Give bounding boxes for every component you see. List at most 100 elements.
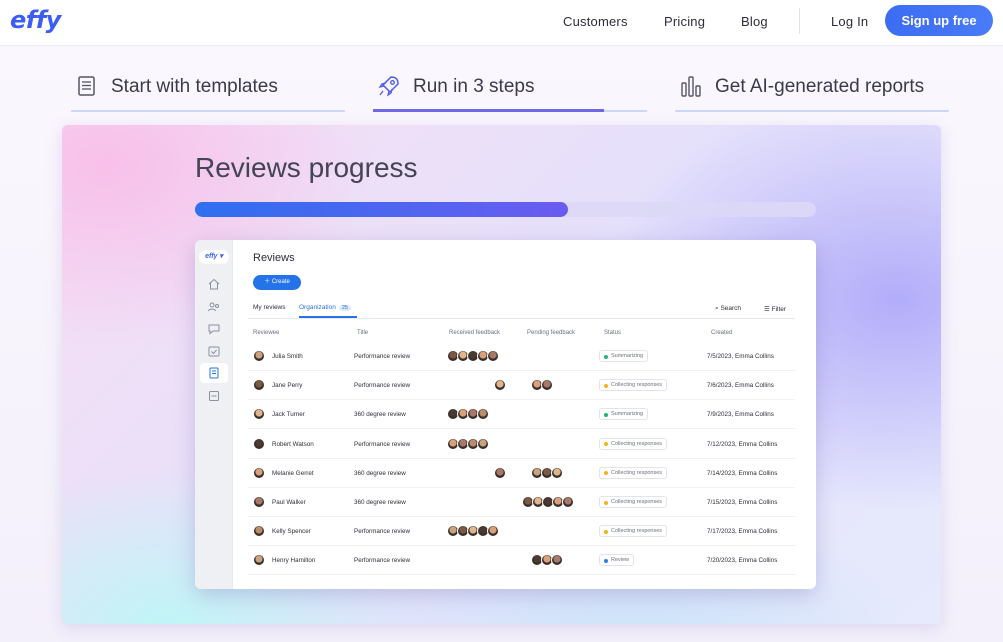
reviews-icon[interactable] (207, 366, 221, 380)
column-header-created[interactable]: Created (711, 330, 732, 336)
reviewee-name: Jack Turner (272, 411, 305, 419)
document-icon (78, 76, 95, 96)
created-info: 7/15/2023, Emma Collins (707, 499, 778, 506)
app-window: effy ▾ Reviews ＋ Create My reviews Organ… (195, 240, 816, 589)
effy-logo[interactable]: effy (10, 6, 61, 34)
column-header-pending[interactable]: Pending feedback (527, 330, 575, 336)
status-label: Collecting responses (611, 499, 663, 505)
app-page-title: Reviews (253, 252, 295, 264)
status-label: Summarizing (611, 411, 644, 418)
tab-ai-reports[interactable]: Get AI-generated reports (675, 70, 949, 112)
avatar (253, 554, 265, 567)
filter-button[interactable]: ☰ Filter (764, 305, 786, 313)
reviewee-name: Melanie Gerret (272, 469, 314, 477)
created-info: 7/9/2023, Emma Collins (707, 411, 774, 419)
app-logo-text: effy (205, 253, 218, 260)
created-info: 7/6/2023, Emma Collins (707, 382, 774, 390)
people-icon[interactable] (207, 300, 221, 314)
avatar (477, 408, 489, 421)
tab-underline (675, 110, 949, 112)
avatar (562, 496, 574, 508)
table-row[interactable]: Henry Hamilton Performance review 7/20/202… (248, 546, 795, 576)
status-badge: Collecting responses (599, 437, 668, 450)
status-label: Summarizing (611, 353, 644, 359)
app-logo[interactable]: effy ▾ (199, 250, 229, 264)
status-dot (604, 529, 608, 534)
status-dot (604, 500, 608, 505)
reviewee-name: Henry Hamilton (272, 557, 316, 565)
tab-my-reviews[interactable]: My reviews (253, 304, 286, 311)
filter-label: Filter (771, 306, 787, 313)
tab-underline (71, 110, 345, 112)
status-label: Collecting responses (611, 528, 663, 535)
review-title: Performance review (354, 353, 410, 360)
avatar (487, 525, 499, 538)
avatar (551, 554, 563, 567)
column-header-received[interactable]: Received feedback (449, 330, 500, 336)
search-label: Search (720, 305, 742, 312)
tab-label: Run in 3 steps (413, 76, 535, 97)
avatar (253, 350, 265, 362)
tabs-divider (248, 318, 795, 319)
table-row[interactable]: Kelly Spencer Performance review 7/17/2023… (248, 517, 795, 547)
app-sidebar: effy ▾ (195, 240, 233, 589)
status-dot (604, 558, 608, 563)
avatar (253, 437, 265, 450)
created-info: 7/5/2023, Emma Collins (707, 353, 774, 360)
hero-title: Reviews progress (195, 152, 418, 183)
report-icon[interactable] (207, 389, 221, 403)
status-badge: Summarizing (599, 350, 649, 362)
login-link[interactable]: Log In (831, 14, 868, 29)
avatar (541, 379, 553, 392)
review-title: Performance review (354, 557, 410, 565)
created-info: 7/14/2023, Emma Collins (707, 469, 778, 477)
table-row[interactable]: Jack Turner 360 degree review 7/9/2023, Em… (248, 400, 795, 430)
column-header-title[interactable]: Title (357, 330, 368, 336)
tab-start-with-templates[interactable]: Start with templates (71, 70, 345, 112)
reviewee-name: Jane Perry (272, 382, 303, 390)
status-dot (604, 471, 608, 476)
nav-link-pricing[interactable]: Pricing (664, 14, 705, 29)
created-info: 7/20/2023, Emma Collins (707, 557, 778, 565)
avatar (551, 466, 563, 479)
reviewee-name: Kelly Spencer (272, 528, 311, 536)
calendar-check-icon[interactable] (207, 344, 221, 358)
avatar (253, 379, 265, 392)
status-badge: Collecting responses (599, 466, 668, 479)
create-button[interactable]: ＋ Create (253, 275, 301, 290)
column-header-status[interactable]: Status (604, 330, 621, 336)
tab-organization-label: Organization (299, 304, 336, 311)
created-info: 7/12/2023, Emma Collins (707, 440, 778, 448)
review-title: 360 degree review (354, 499, 406, 506)
search-button[interactable]: ⌕ Search (715, 305, 741, 313)
reviewee-name: Paul Walker (272, 499, 306, 506)
nav-link-blog[interactable]: Blog (741, 14, 768, 29)
status-label: Collecting responses (611, 382, 663, 389)
status-dot (604, 442, 608, 447)
table-row[interactable]: Melanie Gerret 360 degree review 7/14/2023… (248, 459, 795, 488)
tab-label: Start with templates (111, 76, 278, 97)
bar-chart-icon (681, 76, 701, 97)
top-navigation: effy Customers Pricing Blog Log In Sign … (0, 0, 1003, 46)
table-row[interactable]: Jane Perry Performance review 7/6/2023, Em… (248, 371, 795, 401)
tab-run-in-3-steps[interactable]: Run in 3 steps (373, 70, 647, 112)
status-dot (604, 412, 608, 417)
status-label: Collecting responses (611, 469, 663, 476)
review-title: 360 degree review (354, 469, 406, 477)
avatar (253, 408, 265, 421)
table-row[interactable]: Robert Watson Performance review 7/12/2023… (248, 430, 795, 459)
signup-button[interactable]: Sign up free (885, 5, 993, 36)
column-header-reviewee[interactable]: Reviewee (253, 330, 279, 336)
review-title: 360 degree review (354, 411, 406, 419)
tab-underline-active (373, 109, 604, 112)
avatar (494, 466, 506, 479)
avatar (253, 466, 265, 479)
chat-icon[interactable] (207, 322, 221, 336)
tab-organization[interactable]: Organization 25 (299, 304, 351, 311)
table-row[interactable]: Paul Walker 360 degree review 7/15/2023, E… (248, 488, 795, 517)
home-icon[interactable] (207, 277, 221, 291)
table-row[interactable]: Julia Smith Performance review 7/5/2023, E… (248, 342, 795, 371)
avatar (477, 437, 489, 450)
nav-link-customers[interactable]: Customers (563, 14, 628, 29)
reviews-progress-bar (195, 202, 816, 217)
